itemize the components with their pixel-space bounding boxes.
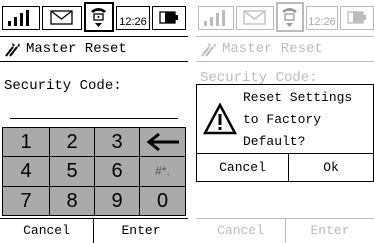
phone-lock-icon [276,2,304,32]
dialog-line-3: Default? [243,134,306,149]
page-title: Master Reset [222,41,323,57]
signal-strength-icon [198,6,234,30]
key-2[interactable]: 2 [49,127,95,157]
signal-strength-icon [2,6,40,30]
key-4[interactable]: 4 [2,156,50,187]
numeric-keypad: 1 2 3 4 5 6 #*. 7 8 9 0 [2,127,186,216]
cancel-button[interactable]: Cancel [0,219,94,243]
dialog-message: Reset Settings to Factory Default? [243,87,352,153]
envelope-icon [236,6,274,30]
key-8[interactable]: 8 [49,186,95,216]
tools-icon [201,43,216,57]
tools-icon [5,43,20,57]
key-7[interactable]: 7 [2,186,50,216]
page-title: Master Reset [26,41,127,57]
phone-screen-left: 12:26 Master Reset Security Code: 1 2 3 [0,0,188,243]
battery-icon [152,6,186,30]
status-bar: 12:26 [0,0,188,34]
key-6[interactable]: 6 [94,156,140,187]
dialog-line-1: Reset Settings [243,90,353,105]
time-text: 12:26 [308,16,336,28]
battery-icon [340,6,374,30]
dialog-cancel-button[interactable]: Cancel [197,154,289,181]
phone-screen-right: 12:26 Master Reset Security Code: Reset … [196,0,374,243]
clock-display: 12:26 [116,6,150,30]
dialog-button-bar: Cancel Ok [197,153,373,181]
phone-lock-icon [84,2,114,32]
security-code-input[interactable] [10,118,178,119]
security-code-label: Security Code: [4,78,122,94]
key-5[interactable]: 5 [49,156,95,187]
clock-display: 12:26 [306,6,338,30]
dialog-line-2: to Factory [243,112,322,127]
dialog-ok-button[interactable]: Ok [289,154,373,181]
warning-icon [203,103,237,135]
backspace-arrow-icon [146,132,179,152]
time-text: 12:26 [119,16,147,28]
softkey-bar: Cancel Enter [196,218,374,243]
confirm-dialog: Reset Settings to Factory Default? Cance… [196,84,374,182]
key-9[interactable]: 9 [94,186,140,216]
title-bar: Master Reset [196,36,374,62]
symbol-key[interactable]: #*. [139,156,186,187]
key-3[interactable]: 3 [94,127,140,157]
key-1[interactable]: 1 [2,127,50,157]
enter-button[interactable]: Enter [94,219,188,243]
status-bar: 12:26 [196,0,374,34]
enter-button: Enter [310,223,350,238]
envelope-icon [42,6,82,30]
key-0[interactable]: 0 [139,186,186,216]
cancel-button: Cancel [196,219,286,243]
title-bar: Master Reset [0,36,188,62]
softkey-bar: Cancel Enter [0,218,188,243]
backspace-key[interactable] [139,127,186,157]
